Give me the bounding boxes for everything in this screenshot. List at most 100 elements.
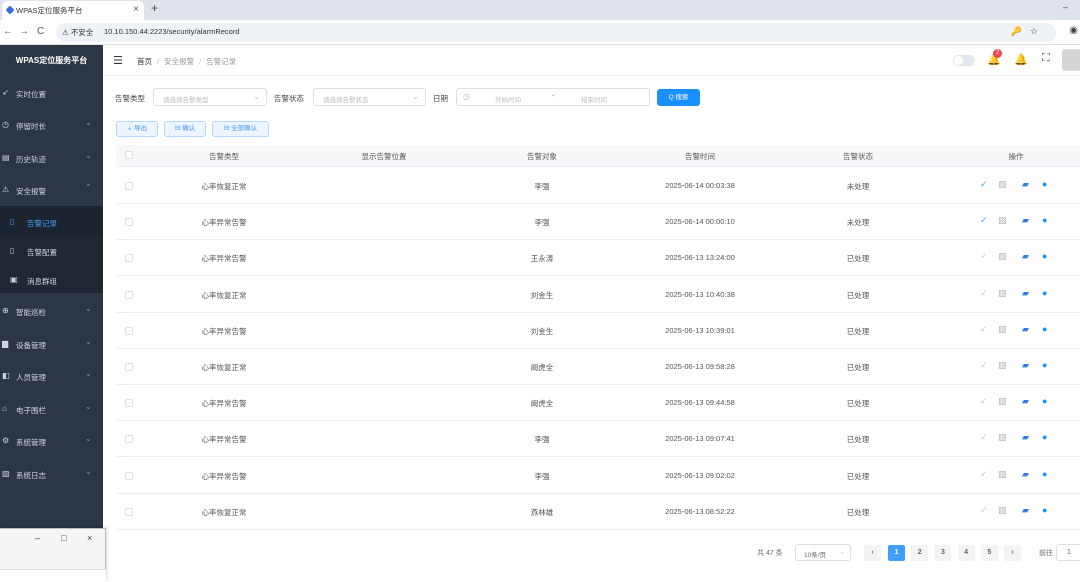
map-icon[interactable]: ▰ [1022,251,1029,262]
address-bar-icons[interactable]: 🔑☆ [1011,26,1046,37]
back-arrow-icon[interactable]: ← [3,26,13,37]
sidebar-item[interactable]: ⚙ 系统管理 ⌄ [0,425,103,457]
image-icon[interactable]: ▨ [998,469,1007,480]
browser-tab[interactable]: WPAS定位服务平台 × [2,1,144,20]
float-close-button[interactable]: × [87,533,92,543]
row-checkbox[interactable] [125,254,133,263]
sidebar-item[interactable]: ⌂ 电子围栏 ⌄ [0,393,103,425]
map-icon[interactable]: ▰ [1022,179,1029,190]
location-pin-icon[interactable]: ● [1042,396,1047,406]
map-icon[interactable]: ▰ [1022,324,1029,335]
row-checkbox[interactable] [125,290,133,299]
confirm-check-icon[interactable]: ✓ [980,469,988,480]
image-icon[interactable]: ▨ [998,396,1007,407]
page-number-button[interactable]: 4 [957,545,975,561]
location-pin-icon[interactable]: ● [1042,432,1047,442]
page-number-button[interactable]: 3 [934,545,952,561]
location-pin-icon[interactable]: ● [1042,215,1047,225]
row-checkbox[interactable] [125,363,133,371]
map-icon[interactable]: ▰ [1022,360,1029,371]
row-checkbox[interactable] [125,399,133,408]
image-icon[interactable]: ▨ [998,288,1007,299]
float-minimize-button[interactable]: – [35,533,40,543]
breadcrumb-home[interactable]: 首页 [137,57,152,66]
page-number-button[interactable]: 5 [980,545,998,561]
map-icon[interactable]: ▰ [1022,396,1029,407]
profile-icon[interactable]: ◉ [1069,25,1078,36]
row-checkbox[interactable] [125,218,133,227]
confirm-check-icon[interactable]: ✓ [980,324,988,335]
new-tab-button[interactable]: + [151,1,158,15]
alarm-type-select[interactable]: 请选择告警类型 ⌄ [153,88,267,106]
fullscreen-icon[interactable]: ⛶ [1042,52,1050,65]
confirm-check-icon[interactable]: ✓ [980,360,988,371]
sidebar-item[interactable]: ▧ 系统日志 ⌄ [0,458,103,490]
avatar[interactable] [1062,49,1080,71]
location-pin-icon[interactable]: ● [1042,251,1047,261]
location-pin-icon[interactable]: ● [1042,360,1047,370]
sidebar-item[interactable]: ▣ 消息群组 [0,264,103,293]
map-icon[interactable]: ▰ [1022,288,1029,299]
breadcrumb-section[interactable]: 安全报警 [164,57,194,66]
image-icon[interactable]: ▨ [998,324,1007,335]
url-text[interactable]: 10.10.150.44:2223/security/alarmRecord [104,27,240,36]
image-icon[interactable]: ▨ [998,179,1007,190]
location-pin-icon[interactable]: ● [1042,324,1047,334]
map-icon[interactable]: ▰ [1022,215,1029,226]
row-checkbox[interactable] [125,435,133,444]
image-icon[interactable]: ▨ [998,251,1007,262]
location-pin-icon[interactable]: ● [1042,179,1047,189]
sidebar-item[interactable]: ▯ 告警记录 [0,206,103,235]
date-range-picker[interactable]: ◷ 开始时间 - 结束时间 [456,88,650,106]
row-checkbox[interactable] [125,326,133,335]
location-pin-icon[interactable]: ● [1042,469,1047,479]
sidebar-item[interactable]: ➶ 实时位置 [0,77,103,109]
confirm-all-button[interactable]: ⊟ 全部确认 [212,121,269,137]
location-pin-icon[interactable]: ● [1042,288,1047,298]
confirm-button[interactable]: ⊟ 确认 [164,121,206,137]
confirm-check-icon[interactable]: ✓ [980,432,988,443]
reload-icon[interactable]: C [37,26,44,37]
image-icon[interactable]: ▨ [998,215,1007,226]
goto-page-input[interactable]: 1 [1056,544,1080,561]
prev-page-button[interactable]: ‹ [864,545,881,561]
float-maximize-button[interactable]: □ [61,533,66,543]
location-pin-icon[interactable]: ● [1042,505,1047,515]
sidebar-item[interactable]: ◧ 人员管理 ⌄ [0,360,103,392]
page-number-button[interactable]: 1 [888,545,905,561]
row-checkbox[interactable] [125,507,133,516]
window-minimize-button[interactable]: – [1063,2,1068,12]
confirm-check-icon[interactable]: ✓ [980,396,988,407]
confirm-check-icon[interactable]: ✓ [980,215,988,226]
row-checkbox[interactable] [125,182,133,190]
select-all-checkbox[interactable] [125,151,133,159]
page-number-button[interactable]: 2 [911,545,929,561]
tab-close-icon[interactable]: × [133,4,139,15]
map-icon[interactable]: ▰ [1022,432,1029,443]
export-button[interactable]: ⇣ 导出 [116,121,158,137]
confirm-check-icon[interactable]: ✓ [980,179,988,190]
map-icon[interactable]: ▰ [1022,469,1029,480]
search-button[interactable]: Q 搜索 [657,89,700,106]
insecure-warning[interactable]: ⚠ 不安全 [62,27,93,38]
sidebar-item[interactable]: ▯ 告警配置 [0,235,103,264]
confirm-check-icon[interactable]: ✓ [980,288,988,299]
page-size-select[interactable]: 10条/页 ⌄ [795,544,851,561]
map-icon[interactable]: ▰ [1022,505,1029,516]
image-icon[interactable]: ▨ [998,360,1007,371]
sidebar-item[interactable]: ▆ 设备管理 ⌄ [0,328,103,360]
confirm-check-icon[interactable]: ✓ [980,505,988,516]
menu-toggle-icon[interactable]: ☰ [113,54,123,67]
confirm-check-icon[interactable]: ✓ [980,251,988,262]
notification-bell-icon[interactable]: 🔔 [1014,53,1028,66]
alarm-status-select[interactable]: 请选择告警状态 ⌄ [313,88,426,106]
sidebar-item[interactable]: ⚠ 安全报警 ⌃ [0,174,103,206]
next-page-button[interactable]: › [1004,545,1021,561]
row-checkbox[interactable] [125,471,133,480]
sidebar-item[interactable]: ◷ 停留时长 ⌄ [0,109,103,141]
forward-arrow-icon[interactable]: → [19,26,29,37]
sidebar-item[interactable]: ▤ 历史轨迹 ⌄ [0,142,103,174]
sidebar-item[interactable]: ⊕ 智能巡检 ⌄ [0,295,103,327]
image-icon[interactable]: ▨ [998,432,1007,443]
image-icon[interactable]: ▨ [998,505,1007,516]
